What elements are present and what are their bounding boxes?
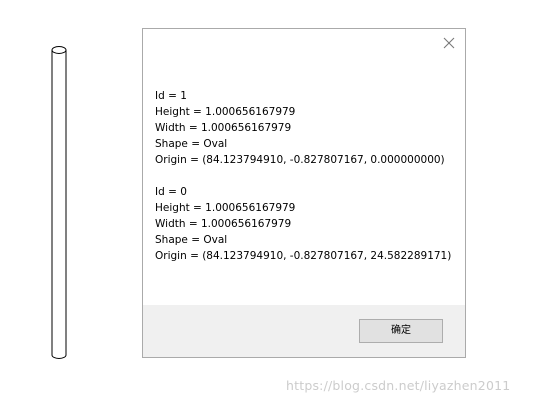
record-1-id: Id = 1 [155, 90, 187, 102]
record-1-shape: Shape = Oval [155, 138, 228, 150]
message-dialog: Id = 1 Height = 1.000656167979 Width = 1… [142, 28, 466, 358]
record-1-origin: Origin = (84.123794910, -0.827807167, 0.… [155, 154, 445, 166]
record-2-shape: Shape = Oval [155, 234, 228, 246]
record-2-origin: Origin = (84.123794910, -0.827807167, 24… [155, 250, 452, 262]
record-separator [155, 168, 451, 184]
record-2-width: Width = 1.000656167979 [155, 218, 292, 230]
record-1-height: Height = 1.000656167979 [155, 106, 296, 118]
record-1-width: Width = 1.000656167979 [155, 122, 292, 134]
watermark: https://blog.csdn.net/liyazhen2011 [286, 378, 511, 393]
message-text: Id = 1 Height = 1.000656167979 Width = 1… [155, 88, 451, 264]
close-icon[interactable] [441, 35, 457, 51]
ok-button[interactable]: 确定 [359, 319, 443, 343]
dialog-footer: 确定 [143, 305, 465, 357]
cylinder-top-ellipse [51, 46, 67, 54]
record-2-id: Id = 0 [155, 186, 187, 198]
cylinder-bottom-arc [51, 354, 67, 359]
record-2-height: Height = 1.000656167979 [155, 202, 296, 214]
